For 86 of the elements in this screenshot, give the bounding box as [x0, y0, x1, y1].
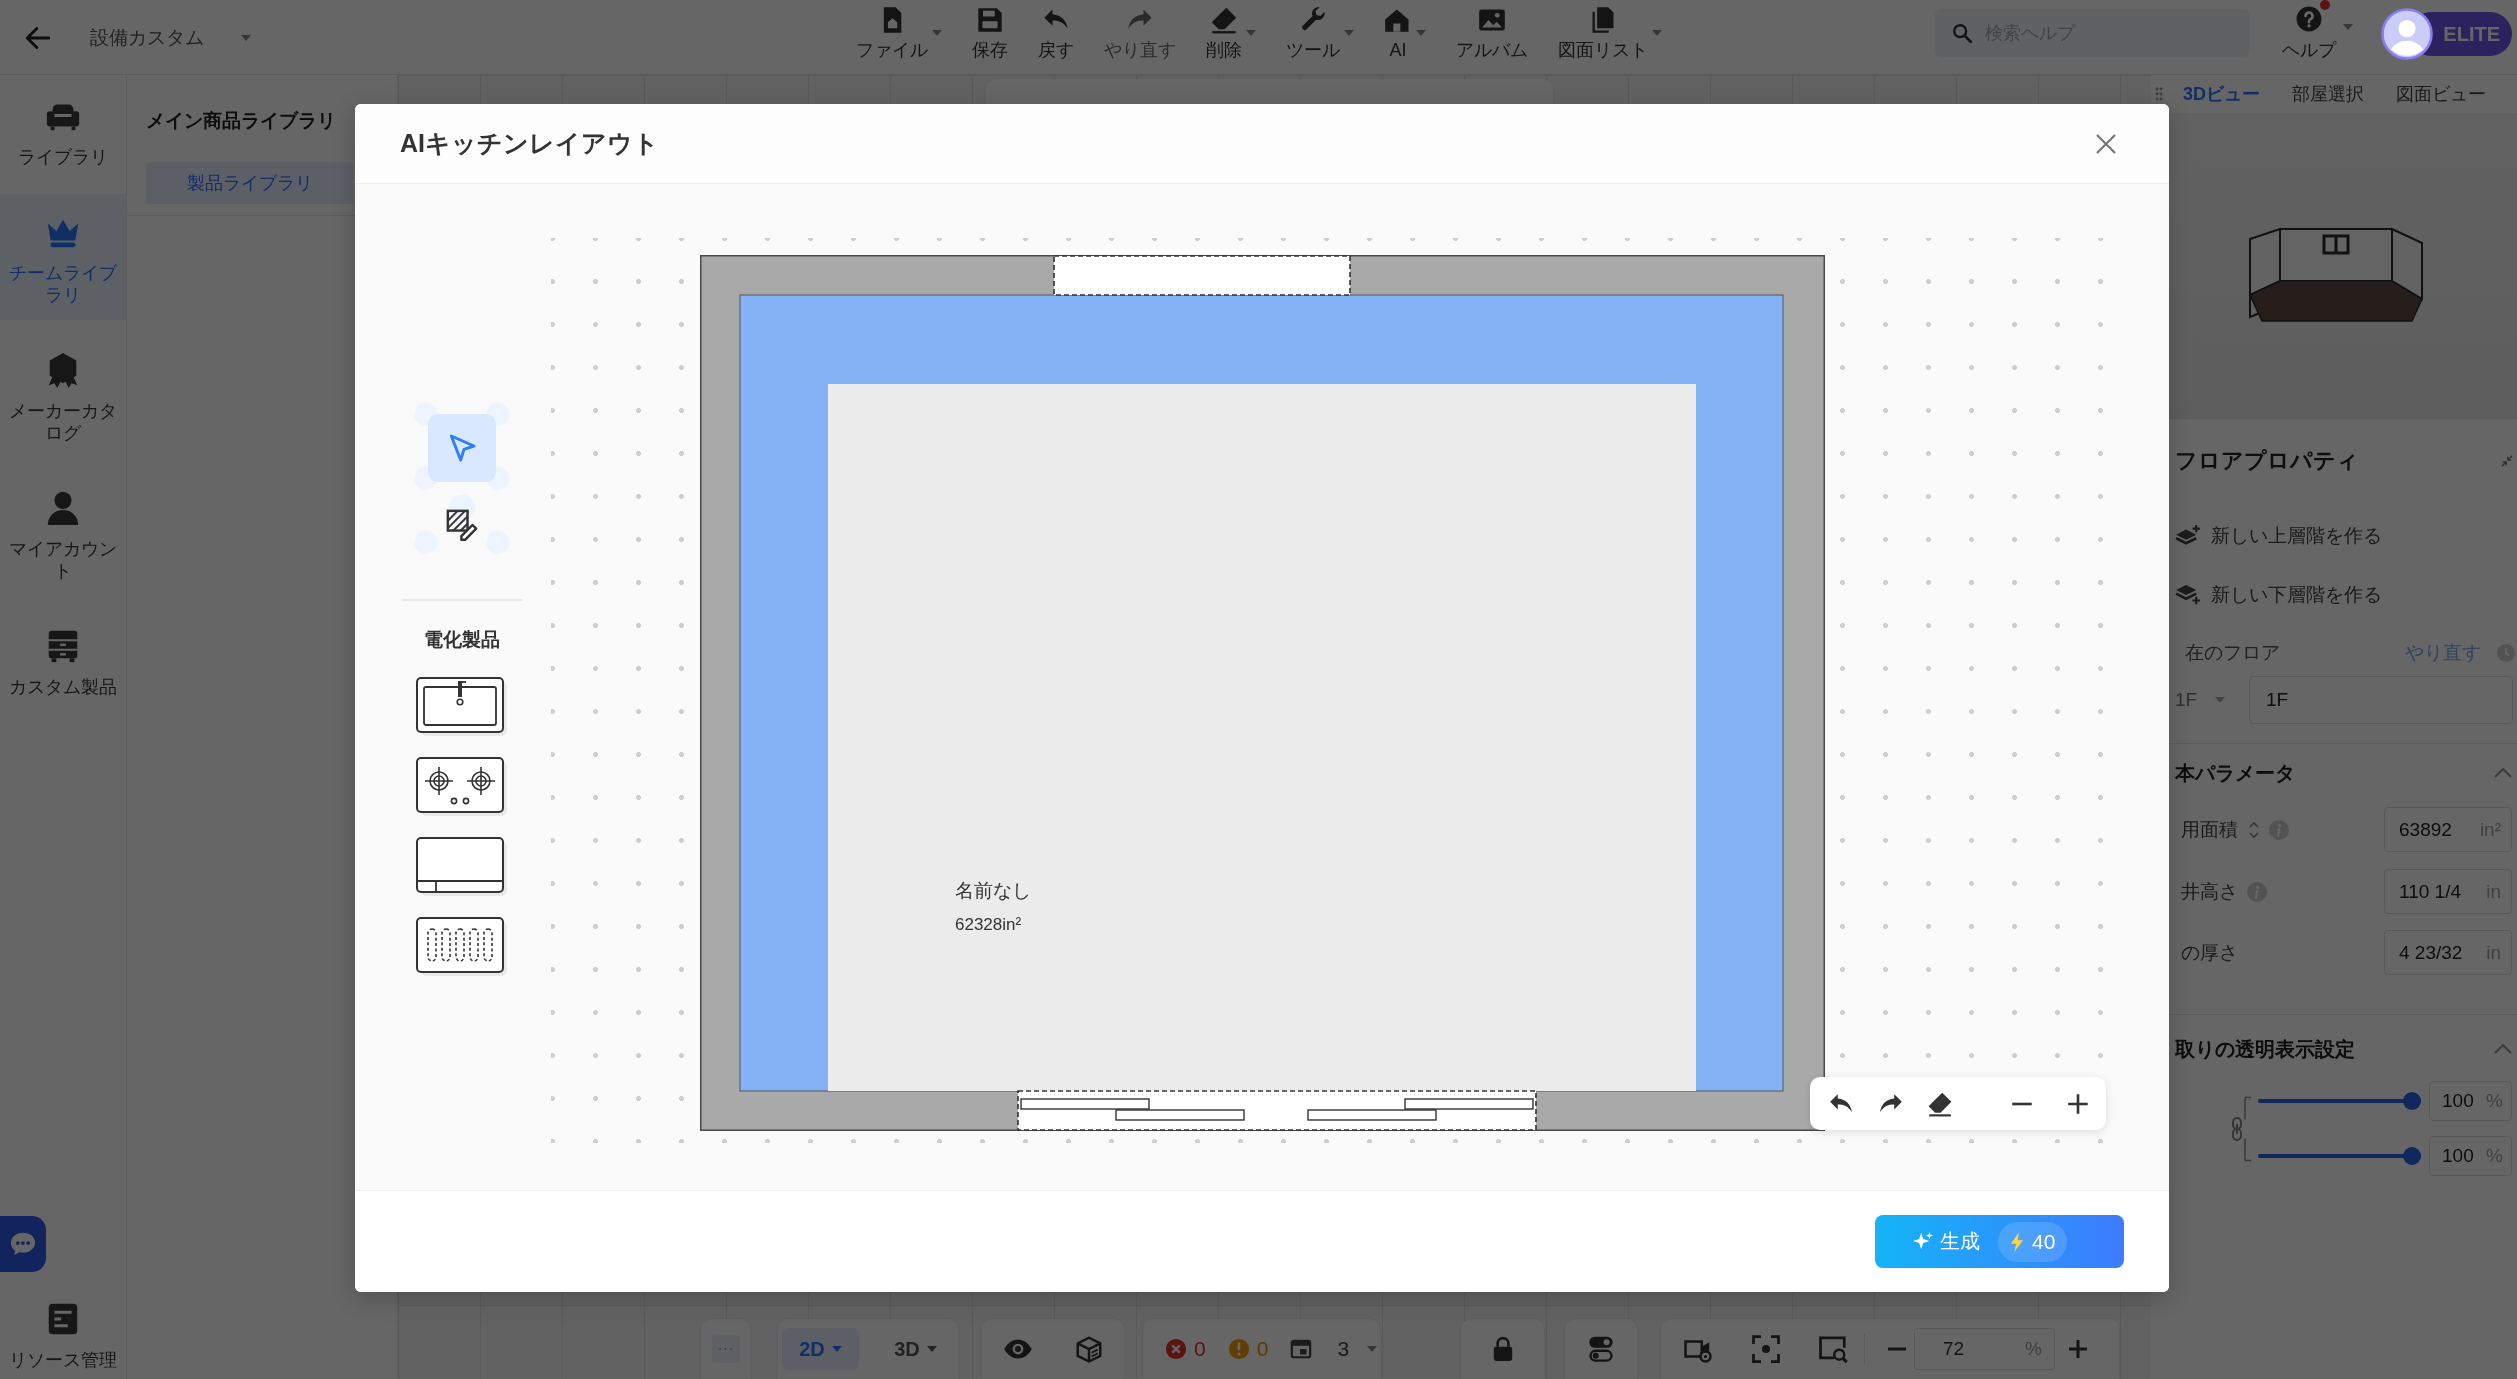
save-icon: [976, 6, 1004, 34]
layer-add-icon: [2175, 525, 2201, 547]
help-icon: [2296, 6, 2323, 32]
more-button[interactable]: ···: [711, 1335, 740, 1363]
help-button[interactable]: ヘルプ: [2282, 0, 2337, 61]
toolbar-button[interactable]: 削除: [1206, 6, 1256, 61]
warning-count: 0: [1256, 1337, 1269, 1361]
close-icon[interactable]: [2094, 131, 2118, 156]
chevron-up-icon[interactable]: [2493, 1043, 2513, 1055]
floor-action[interactable]: 新しい上層階を作る: [2175, 514, 2517, 558]
layer-count: 3: [1337, 1337, 1350, 1361]
field-label: 井高さ: [2181, 879, 2238, 904]
floor-name-field[interactable]: 1F: [2249, 676, 2513, 724]
sidebar-item[interactable]: チームライブラリ: [0, 194, 126, 320]
toggle-icon[interactable]: [1587, 1335, 1615, 1363]
chat-icon: [9, 1231, 37, 1257]
toolbar-button[interactable]: AI: [1384, 6, 1426, 61]
toolbar-button[interactable]: ツール: [1286, 6, 1354, 61]
toolbar-button[interactable]: 図面リスト: [1558, 6, 1662, 61]
avatar-icon[interactable]: [2381, 8, 2434, 60]
heater-icon[interactable]: [416, 917, 508, 977]
view-mode-tab[interactable]: 2D: [782, 1328, 859, 1370]
sink-icon[interactable]: [416, 677, 508, 737]
bolt-icon: [2010, 1231, 2024, 1252]
zoom-field[interactable]: 72 %: [1914, 1328, 2055, 1370]
room-area: 62328in²: [955, 913, 1022, 937]
credit-count: 40: [2032, 1229, 2056, 1254]
eraser-icon: [1210, 6, 1238, 34]
floor-action[interactable]: 新しい下層階を作る: [2175, 573, 2517, 617]
layer-add-icon: [2175, 584, 2201, 606]
chat-button[interactable]: [0, 1216, 46, 1272]
hatch-pencil-icon: [446, 509, 478, 541]
caret-icon: [831, 1346, 842, 1352]
library-tab[interactable]: 製品ライブラリ: [146, 162, 353, 204]
unit-label: %: [2025, 1338, 2042, 1360]
sidebar-item[interactable]: マイアカウント: [0, 470, 126, 596]
room-name: 名前なし: [955, 879, 1031, 903]
window-icon: [1290, 1338, 1313, 1360]
toolbar-button[interactable]: アルバム: [1456, 6, 1528, 61]
error-icon: [1165, 1338, 1187, 1360]
panel-title: メイン商品ライブラリ: [146, 110, 337, 132]
field-label: 在のフロア: [2185, 641, 2280, 665]
generate-button[interactable]: 生成 40: [1875, 1215, 2124, 1268]
sidebar-item[interactable]: ライブラリ: [0, 78, 126, 182]
view-mode-tab[interactable]: 3D: [877, 1328, 954, 1370]
drag-handle-icon[interactable]: [2155, 87, 2163, 101]
focus-icon[interactable]: [1751, 1334, 1781, 1364]
toolbar-button[interactable]: ファイル: [856, 6, 942, 61]
toolbar-button[interactable]: 戻す: [1038, 6, 1074, 61]
slider-thumb[interactable]: [2403, 1092, 2421, 1110]
toolbar-button[interactable]: 保存: [972, 6, 1008, 61]
slider-thumb[interactable]: [2403, 1147, 2421, 1165]
section-title: 本パラメータ: [2175, 760, 2295, 786]
stove-icon[interactable]: [416, 757, 508, 817]
sidebar-item[interactable]: メーカーカタログ: [0, 332, 126, 458]
field-label: 用面積: [2181, 817, 2238, 842]
category-title: 電化製品: [424, 628, 500, 652]
back-arrow-icon[interactable]: [26, 26, 50, 49]
caret-icon: [2215, 697, 2226, 703]
dialog-title: AIキッチンレイアウト: [400, 128, 659, 159]
link-icon[interactable]: [2230, 1095, 2252, 1162]
sidebar-item[interactable]: リソース管理: [0, 1299, 126, 1379]
zoom-in-icon[interactable]: [1818, 1334, 1848, 1364]
counter-icon[interactable]: [416, 837, 508, 897]
collapse-icon[interactable]: [2501, 455, 2513, 467]
caret-icon: [1367, 1346, 1378, 1352]
caret-icon: [2343, 24, 2354, 30]
view-tab[interactable]: 図面ビュー: [2396, 82, 2486, 106]
sidebar-item[interactable]: カスタム製品: [0, 608, 126, 712]
warning-icon: [1227, 1338, 1250, 1360]
chevron-up-icon[interactable]: [2493, 767, 2513, 779]
error-count: 0: [1194, 1337, 1206, 1361]
search-icon: [1951, 22, 1974, 44]
view-tab[interactable]: 3Dビュー: [2183, 82, 2260, 106]
view-tab[interactable]: 部屋選択: [2292, 82, 2364, 106]
number-field[interactable]: 100 %: [2429, 1081, 2512, 1121]
caret-icon: [926, 1346, 937, 1352]
section-title: 取りの透明表示設定: [2175, 1036, 2355, 1062]
number-field[interactable]: 100 %: [2429, 1136, 2512, 1176]
eraser-icon[interactable]: [1927, 1090, 1953, 1117]
field-label: の厚さ: [2181, 940, 2238, 965]
caret-icon: [241, 34, 251, 41]
project-title[interactable]: 設備カスタム: [90, 24, 204, 51]
panel-title: フロアプロパティ: [2175, 447, 2359, 475]
unit-label: %: [2486, 1090, 2503, 1112]
unit-label: %: [2486, 1145, 2503, 1167]
